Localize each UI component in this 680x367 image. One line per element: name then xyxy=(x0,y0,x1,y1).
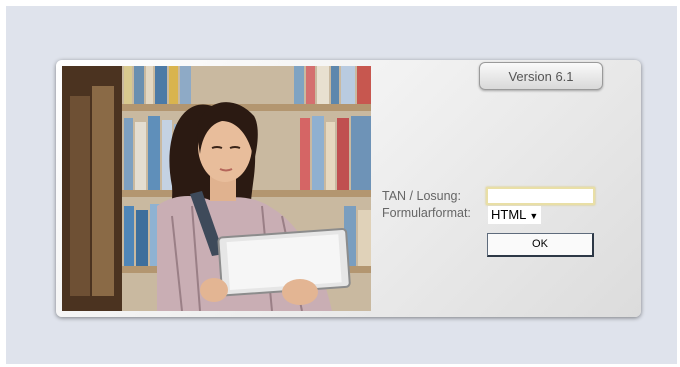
format-label: Formularformat: xyxy=(382,206,471,220)
chevron-down-icon: ▼ xyxy=(529,211,539,221)
tan-input[interactable] xyxy=(486,187,595,205)
login-panel: Version 6.1 TAN / Losung: Formularformat… xyxy=(56,60,641,317)
version-button[interactable]: Version 6.1 xyxy=(479,62,603,90)
tan-label: TAN / Losung: xyxy=(382,189,461,203)
ok-button[interactable]: OK xyxy=(487,233,594,257)
format-select[interactable]: HTML ▼ xyxy=(488,206,542,224)
format-select-value: HTML xyxy=(491,207,527,222)
student-tablet-photo xyxy=(62,66,371,311)
